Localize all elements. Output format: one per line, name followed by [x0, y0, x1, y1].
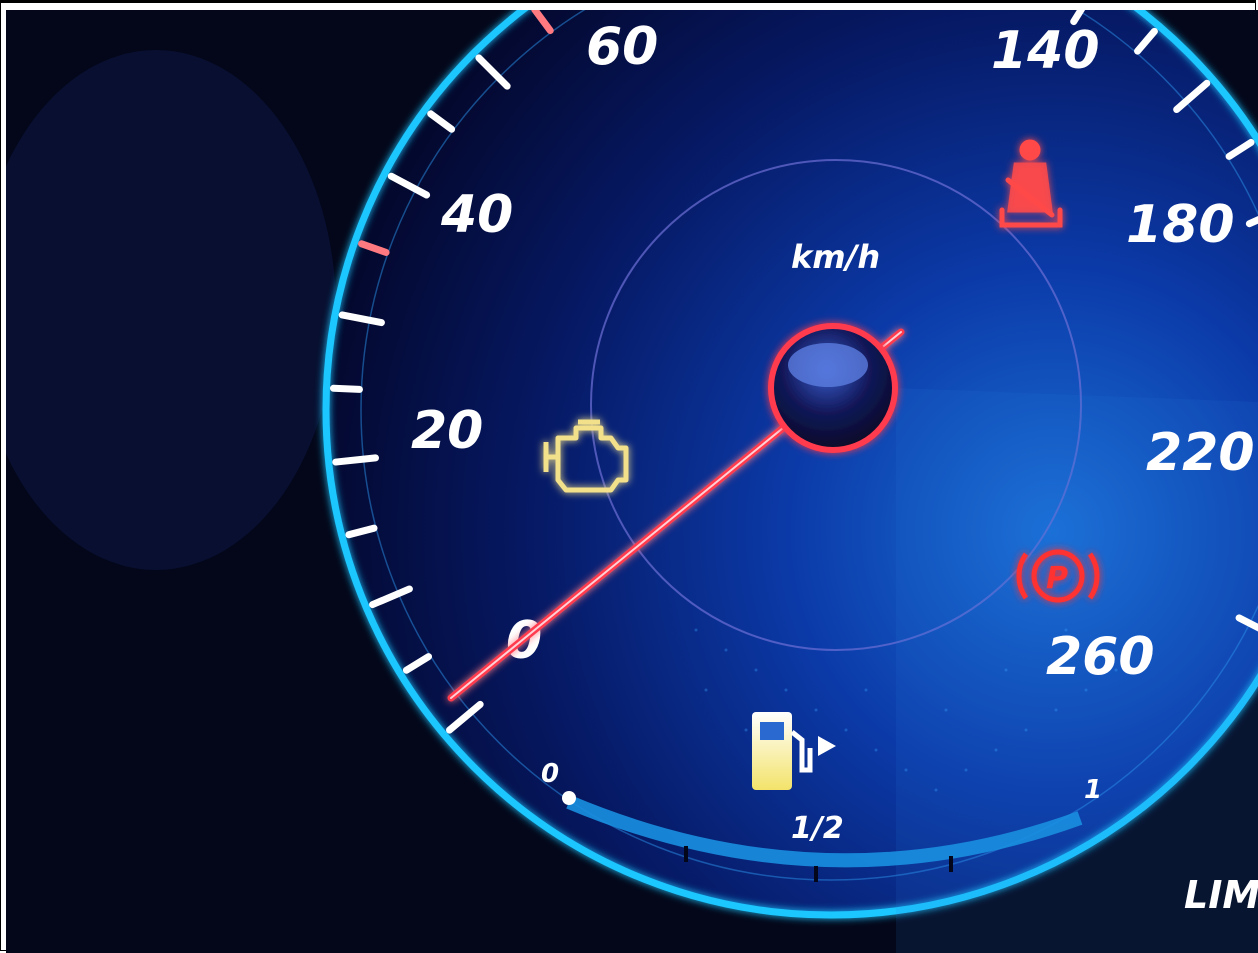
svg-text:P: P — [1046, 561, 1068, 596]
speed-label-180: 180 — [1126, 195, 1235, 255]
lim-label: LIM — [1184, 873, 1258, 917]
speed-label-60: 60 — [586, 17, 658, 77]
fuel-level-marker — [562, 791, 576, 805]
fuel-label-full: 1 — [1084, 775, 1102, 805]
speedometer-graphic: 0 20 40 60 140 180 220 260 km/h P — [6, 10, 1258, 953]
speed-label-220: 220 — [1146, 423, 1255, 483]
speed-label-40: 40 — [440, 185, 513, 245]
speed-unit: km/h — [791, 238, 880, 276]
dashboard-photo: 0 20 40 60 140 180 220 260 km/h P — [6, 10, 1258, 953]
speed-label-20: 20 — [411, 401, 483, 461]
tick-mark — [332, 454, 380, 466]
speed-label-260: 260 — [1046, 627, 1155, 687]
speed-label-140: 140 — [991, 21, 1100, 81]
fuel-label-empty: 0 — [541, 759, 559, 789]
fuel-label-half: 1/2 — [791, 811, 844, 846]
tick-mark — [329, 384, 363, 393]
